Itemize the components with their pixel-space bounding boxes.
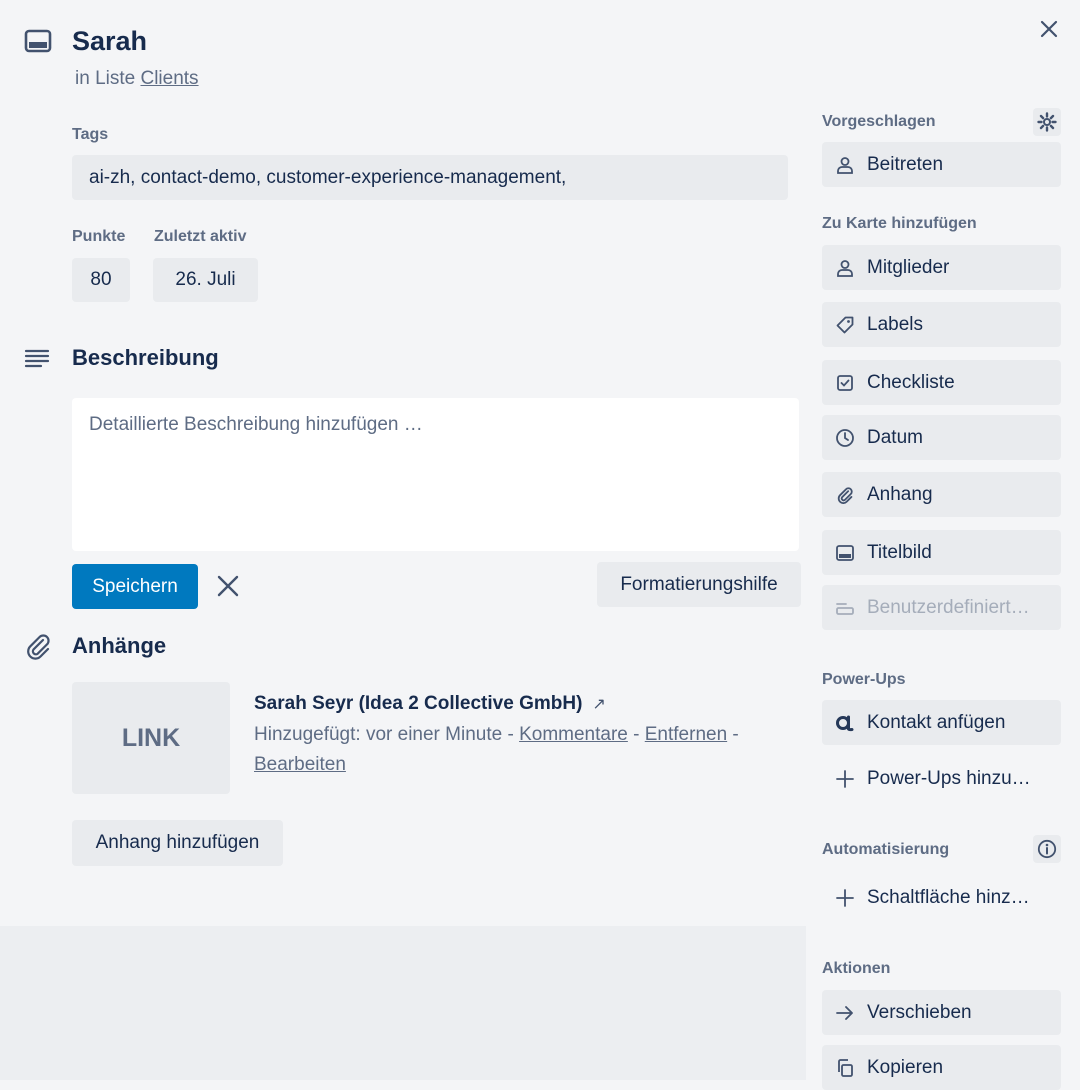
- card-icon: [24, 29, 52, 53]
- attachment-title[interactable]: Sarah Seyr (Idea 2 Collective GmbH): [254, 693, 582, 714]
- add-powerups-button[interactable]: Power-Ups hinzu…: [822, 756, 1061, 801]
- gear-icon[interactable]: [1033, 108, 1061, 136]
- suggested-label: Vorgeschlagen: [822, 113, 936, 130]
- save-button[interactable]: Speichern: [72, 564, 198, 609]
- checkbox-icon: [835, 373, 855, 393]
- plus-icon: [835, 769, 855, 789]
- points-label: Punkte: [72, 228, 126, 245]
- close-icon[interactable]: [1036, 16, 1062, 42]
- add-to-card-label: Zu Karte hinzufügen: [822, 215, 977, 232]
- members-button[interactable]: Mitglieder: [822, 245, 1061, 290]
- activity-area: [0, 926, 806, 1080]
- tags-field[interactable]: ai-zh, contact-demo, customer-experience…: [72, 155, 788, 200]
- automation-label: Automatisierung: [822, 841, 950, 858]
- clock-icon: [835, 428, 855, 448]
- add-contact-button[interactable]: Kontakt anfügen: [822, 700, 1061, 745]
- checklist-button[interactable]: Checkliste: [822, 360, 1061, 405]
- checklist-label: Checkliste: [867, 371, 955, 393]
- description-title: Beschreibung: [72, 345, 219, 370]
- last-active-field[interactable]: 26. Juli: [153, 258, 258, 302]
- custom-fields-label: Benutzerdefiniert…: [867, 596, 1030, 618]
- attachment-thumbnail[interactable]: LINK: [72, 682, 230, 794]
- person-icon: [835, 258, 855, 278]
- separator: -: [727, 724, 739, 745]
- powerups-label: Power-Ups: [822, 671, 906, 688]
- actions-label: Aktionen: [822, 960, 891, 977]
- cover-label: Titelbild: [867, 541, 932, 563]
- list-prefix: in Liste: [75, 68, 141, 89]
- attachment-name[interactable]: Sarah Seyr (Idea 2 Collective GmbH) ↗: [254, 692, 606, 717]
- attachment-button[interactable]: Anhang: [822, 472, 1061, 517]
- paperclip-icon: [24, 632, 52, 660]
- points-field[interactable]: 80: [72, 258, 130, 302]
- date-label: Datum: [867, 426, 923, 448]
- tag-icon: [835, 315, 855, 335]
- remove-link[interactable]: Entfernen: [645, 724, 727, 745]
- move-label: Verschieben: [867, 1001, 972, 1023]
- comments-link[interactable]: Kommentare: [519, 724, 628, 745]
- arrow-right-icon: [835, 1003, 855, 1023]
- custom-fields-button: Benutzerdefiniert…: [822, 585, 1061, 630]
- last-active-label: Zuletzt aktiv: [154, 228, 247, 245]
- person-icon: [835, 155, 855, 175]
- cover-icon: [835, 543, 855, 563]
- members-label: Mitglieder: [867, 256, 950, 278]
- move-button[interactable]: Verschieben: [822, 990, 1061, 1035]
- copy-label: Kopieren: [867, 1056, 944, 1078]
- copy-icon: [835, 1058, 855, 1078]
- paperclip-icon: [835, 485, 855, 505]
- add-contact-label: Kontakt anfügen: [867, 711, 1006, 733]
- date-button[interactable]: Datum: [822, 415, 1061, 460]
- labels-label: Labels: [867, 313, 923, 335]
- separator: -: [627, 724, 645, 745]
- attachment-meta: Hinzugefügt: vor einer Minute - Kommenta…: [254, 720, 799, 780]
- cancel-icon[interactable]: [214, 572, 242, 600]
- add-button-label: Schaltfläche hinz…: [867, 886, 1030, 908]
- edit-link[interactable]: Bearbeiten: [254, 754, 346, 775]
- added-text: Hinzugefügt: vor einer Minute -: [254, 724, 520, 745]
- list-info: in Liste Clients: [75, 67, 199, 91]
- description-icon: [24, 345, 52, 373]
- tags-label: Tags: [72, 126, 109, 143]
- labels-button[interactable]: Labels: [822, 302, 1061, 347]
- join-button[interactable]: Beitreten: [822, 142, 1061, 187]
- card-title[interactable]: Sarah: [72, 24, 147, 58]
- custom-fields-icon: [835, 598, 855, 618]
- list-link[interactable]: Clients: [140, 68, 198, 89]
- cover-button[interactable]: Titelbild: [822, 530, 1061, 575]
- external-link-icon: ↗: [592, 696, 606, 713]
- attachments-title: Anhänge: [72, 633, 167, 658]
- join-label: Beitreten: [867, 153, 944, 175]
- add-button-button[interactable]: Schaltfläche hinz…: [822, 875, 1061, 920]
- contact-app-icon: [835, 713, 855, 733]
- copy-button[interactable]: Kopieren: [822, 1045, 1061, 1090]
- add-attachment-button[interactable]: Anhang hinzufügen: [72, 820, 283, 866]
- description-input[interactable]: Detaillierte Beschreibung hinzufügen …: [72, 398, 799, 551]
- attachment-label: Anhang: [867, 483, 933, 505]
- formatting-help-button[interactable]: Formatierungshilfe: [597, 562, 801, 607]
- plus-icon: [835, 888, 855, 908]
- info-icon[interactable]: [1033, 835, 1061, 863]
- add-powerups-label: Power-Ups hinzu…: [867, 767, 1031, 789]
